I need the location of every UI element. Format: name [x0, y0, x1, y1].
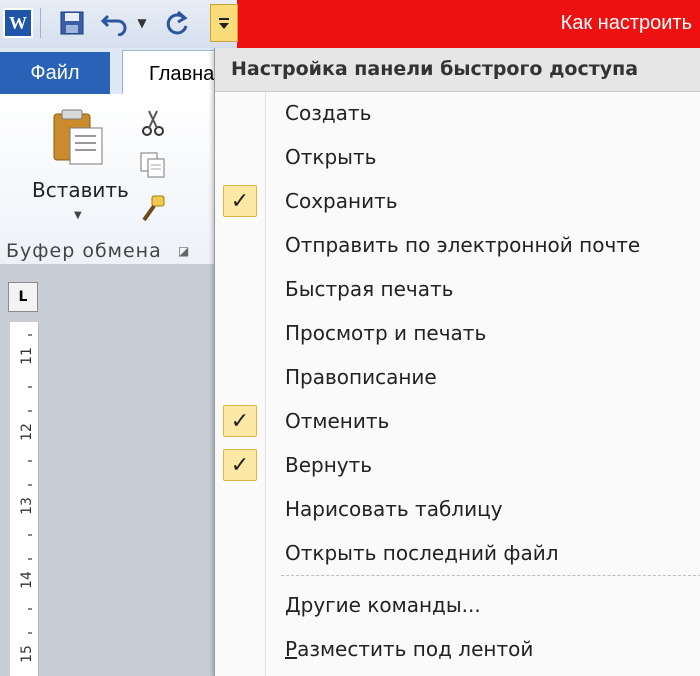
- copy-icon[interactable]: [138, 150, 168, 180]
- undo-dropdown-arrow-icon[interactable]: ▼: [134, 6, 150, 40]
- checkmark-icon: ✓: [223, 449, 257, 481]
- ruler-number: 15: [18, 645, 35, 663]
- qat-separator: [40, 8, 41, 38]
- menu-item-open-recent[interactable]: Открыть последний файл: [215, 532, 700, 576]
- cut-icon[interactable]: [138, 108, 168, 138]
- customize-dropdown-icon: [219, 18, 229, 29]
- menu-item-quick-print[interactable]: Быстрая печать: [215, 268, 700, 312]
- menu-item-redo[interactable]: ✓ Вернуть: [215, 444, 700, 488]
- save-icon[interactable]: [56, 6, 88, 40]
- ruler-tick: [28, 632, 32, 634]
- menu-item-label: Правописание: [285, 365, 437, 389]
- menu-item-save[interactable]: ✓ Сохранить: [215, 180, 700, 224]
- word-logo-icon[interactable]: W: [3, 8, 33, 38]
- customize-qat-button[interactable]: [210, 4, 238, 42]
- menu-item-label: Другие команды...: [285, 593, 481, 617]
- vertical-ruler[interactable]: 11 12 13 14 15: [10, 322, 39, 676]
- menu-item-label: Нарисовать таблицу: [285, 497, 503, 521]
- menu-item-new[interactable]: Создать: [215, 92, 700, 136]
- menu-item-draw-table[interactable]: Нарисовать таблицу: [215, 488, 700, 532]
- ruler-number: 14: [18, 571, 35, 589]
- paste-icon[interactable]: [52, 108, 106, 166]
- tab-file[interactable]: Файл: [0, 52, 110, 94]
- window-title: Как настроить: [560, 12, 692, 34]
- tab-stop-selector[interactable]: L: [8, 282, 38, 312]
- paste-button[interactable]: Вставить: [32, 178, 129, 202]
- menu-item-email[interactable]: Отправить по электронной почте: [215, 224, 700, 268]
- ruler-tick: [28, 484, 32, 486]
- ruler-tick: [28, 534, 32, 536]
- redo-icon[interactable]: [160, 6, 194, 40]
- menu-item-label: Открыть последний файл: [285, 541, 559, 565]
- menu-item-label: Отправить по электронной почте: [285, 233, 641, 257]
- checkmark-icon: ✓: [223, 405, 257, 437]
- menu-item-label: Быстрая печать: [285, 277, 454, 301]
- menu-item-label: Вернуть: [285, 453, 373, 477]
- paste-dropdown-icon[interactable]: ▼: [74, 210, 82, 221]
- menu-item-label: Сохранить: [285, 189, 398, 213]
- checkmark-icon: ✓: [223, 185, 257, 217]
- menu-item-label: Создать: [285, 101, 372, 125]
- ruler-tick: [28, 410, 32, 412]
- menu-item-label: Открыть: [285, 145, 377, 169]
- ruler-tick: [28, 460, 32, 462]
- ruler-tick: [28, 608, 32, 610]
- menu-item-label: Отменить: [285, 409, 390, 433]
- menu-item-more-commands[interactable]: Другие команды...: [215, 584, 700, 628]
- customize-qat-menu: Настройка панели быстрого доступа Создат…: [214, 48, 700, 676]
- dialog-launcher-icon[interactable]: ◪: [178, 244, 192, 258]
- menu-item-label: Просмотр и печать: [285, 321, 487, 345]
- undo-icon[interactable]: [98, 6, 132, 40]
- menu-separator: [281, 575, 700, 576]
- ruler-tick: [28, 334, 32, 336]
- ruler-number: 12: [18, 423, 35, 441]
- clipboard-group-label: Буфер обмена: [6, 240, 162, 262]
- ruler-number: 13: [18, 497, 35, 515]
- menu-item-show-below-ribbon[interactable]: Разместить под лентой: [215, 628, 700, 672]
- title-bar-caption: Как настроить: [237, 0, 700, 48]
- menu-item-label: Разместить под лентой: [285, 637, 534, 661]
- menu-item-undo[interactable]: ✓ Отменить: [215, 400, 700, 444]
- menu-item-spelling[interactable]: Правописание: [215, 356, 700, 400]
- ruler-number: 11: [18, 347, 35, 365]
- menu-header: Настройка панели быстрого доступа: [215, 48, 700, 92]
- format-painter-icon[interactable]: [138, 194, 168, 224]
- menu-item-open[interactable]: Открыть: [215, 136, 700, 180]
- ruler-tick: [28, 386, 32, 388]
- tab-home[interactable]: Главна: [122, 50, 222, 94]
- menu-item-print-preview[interactable]: Просмотр и печать: [215, 312, 700, 356]
- ruler-tick: [28, 558, 32, 560]
